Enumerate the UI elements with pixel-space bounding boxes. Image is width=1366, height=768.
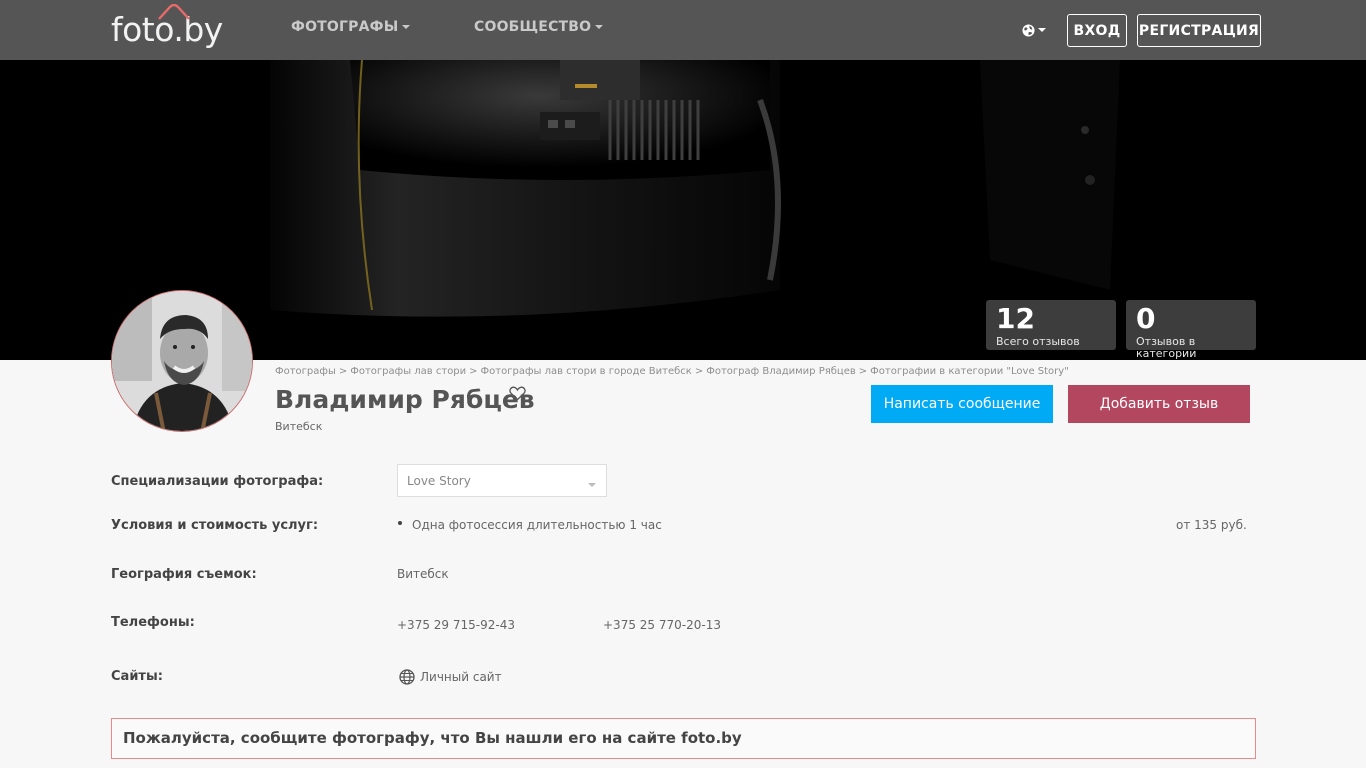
specializations-label: Специализации фотографа:	[111, 474, 324, 489]
total-reviews-label: Всего отзывов	[996, 335, 1080, 348]
breadcrumb-separator: >	[338, 366, 348, 377]
globe-icon	[1022, 23, 1035, 37]
nav-community[interactable]: СООБЩЕСТВО	[474, 19, 604, 35]
specialization-selected-value: Love Story	[407, 474, 471, 488]
category-reviews-count: 0	[1136, 302, 1156, 335]
chevron-down-icon	[595, 25, 604, 29]
category-reviews-stat: 0 Отзывов в категории	[1126, 300, 1256, 360]
add-review-button[interactable]: Добавить отзыв	[1068, 385, 1250, 423]
nav-photographers-label: ФОТОГРАФЫ	[291, 19, 399, 35]
write-message-button[interactable]: Написать сообщение	[871, 385, 1053, 423]
total-reviews-stat: 12 Всего отзывов	[986, 300, 1116, 350]
breadcrumb-item-category: Фотографии в категории "Love Story"	[870, 366, 1069, 377]
breadcrumb-item-love-story[interactable]: Фотографы лав стори	[350, 366, 466, 377]
service-item: Одна фотосессия длительностью 1 час	[412, 518, 662, 532]
category-reviews-label: Отзывов в категории	[1136, 335, 1197, 360]
top-navbar: foto.by ФОТОГРАФЫ СООБЩЕСТВО ВХОД РЕГИСТ…	[0, 0, 1366, 60]
breadcrumb-separator: >	[469, 366, 478, 377]
page-title: Владимир Рябцев	[275, 385, 535, 414]
avatar[interactable]	[111, 290, 253, 432]
heart-icon[interactable]	[509, 386, 526, 401]
phone-number-2[interactable]: +375 25 770-20-13	[603, 618, 721, 632]
logo-roof-icon	[158, 4, 190, 20]
sites-label: Сайты:	[111, 669, 163, 684]
services-label: Условия и стоимость услуг:	[111, 518, 319, 533]
service-price: от 135 руб.	[1176, 518, 1247, 532]
register-button[interactable]: РЕГИСТРАЦИЯ	[1137, 14, 1261, 47]
breadcrumb-separator: >	[694, 366, 704, 377]
geography-label: География съемок:	[111, 567, 257, 582]
geography-value: Витебск	[397, 567, 449, 581]
photographer-portrait	[112, 291, 252, 431]
total-reviews-count: 12	[996, 302, 1035, 335]
site-logo[interactable]: foto.by	[111, 4, 223, 50]
nav-photographers[interactable]: ФОТОГРАФЫ	[291, 19, 411, 35]
breadcrumb-item-photographer[interactable]: Фотограф Владимир Рябцев	[706, 366, 856, 377]
list-bullet	[398, 521, 402, 525]
chevron-down-icon	[402, 25, 411, 29]
breadcrumb-item-photographers[interactable]: Фотографы	[275, 366, 336, 377]
breadcrumb-item-city[interactable]: Фотографы лав стори в городе Витебск	[481, 366, 692, 377]
chevron-down-icon	[1038, 28, 1046, 32]
chevron-down-icon	[588, 483, 596, 487]
personal-site-label: Личный сайт	[420, 670, 502, 684]
phones-label: Телефоны:	[111, 615, 195, 630]
login-button[interactable]: ВХОД	[1067, 14, 1127, 47]
breadcrumb: Фотографы > Фотографы лав стори > Фотографы …	[275, 366, 1069, 377]
profile-city: Витебск	[275, 420, 323, 433]
globe-icon	[399, 669, 415, 685]
nav-community-label: СООБЩЕСТВО	[474, 19, 592, 35]
specialization-select[interactable]: Love Story	[397, 464, 607, 497]
notice-banner: Пожалуйста, сообщите фотографу, что Вы н…	[111, 718, 1256, 759]
personal-site-link[interactable]: Личный сайт	[399, 669, 502, 685]
breadcrumb-separator: >	[858, 366, 868, 377]
phone-number-1[interactable]: +375 29 715-92-43	[397, 618, 515, 632]
language-selector[interactable]	[1022, 20, 1046, 40]
